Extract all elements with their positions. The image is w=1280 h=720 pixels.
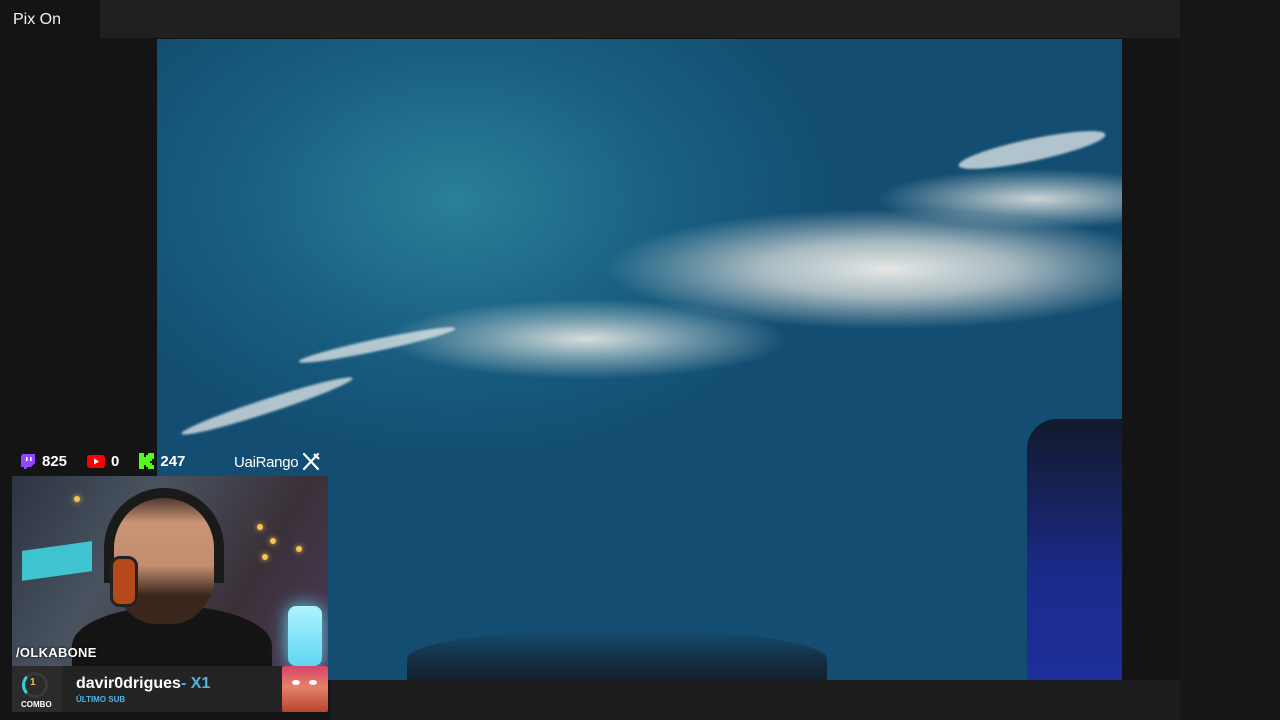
- streamer-handle: /OLKABONE: [16, 645, 97, 660]
- pix-status-label: Pix On: [13, 11, 62, 28]
- wave-foam: [956, 123, 1108, 177]
- webcam-feed: [12, 476, 328, 666]
- sub-name-line: davir0drigues- X1: [76, 675, 282, 693]
- kick-viewer-count: 247: [160, 452, 186, 470]
- twitch-viewer-count: 825: [42, 452, 68, 470]
- avatar-eye: [309, 680, 317, 685]
- headset-earcup: [110, 556, 138, 607]
- sub-caption: ÚLTIMO SUB: [76, 694, 126, 704]
- sponsor-logo: UaiRango: [234, 452, 321, 472]
- wave-foam: [297, 322, 457, 368]
- sub-info: davir0drigues- X1 ÚLTIMO SUB: [76, 675, 282, 704]
- string-light: [74, 496, 80, 502]
- youtube-viewers: 0: [87, 453, 119, 470]
- cliff-shadow: [1027, 419, 1122, 680]
- bottom-strip: [330, 680, 1180, 720]
- string-light: [257, 524, 263, 530]
- subscriber-avatar: [282, 666, 328, 712]
- twitch-viewers: 825: [20, 453, 67, 470]
- sponsor-name: UaiRango: [234, 453, 299, 471]
- wall-light: [22, 541, 92, 581]
- sub-multiplier: - X1: [180, 674, 211, 692]
- right-panel: [1180, 0, 1280, 720]
- youtube-icon: [87, 454, 106, 468]
- youtube-viewer-count: 0: [111, 452, 120, 470]
- twitch-icon: [21, 454, 35, 469]
- crossed-utensils-icon: [303, 452, 321, 471]
- string-light: [296, 546, 302, 552]
- string-light: [270, 538, 276, 544]
- coastal-rock: [407, 629, 827, 680]
- kick-viewers: 247: [139, 453, 185, 470]
- avatar-eye: [292, 680, 300, 685]
- wave-foam: [179, 371, 355, 441]
- string-light: [262, 554, 268, 560]
- subscriber-name: davir0drigues: [76, 674, 181, 692]
- combo-label: COMBO: [21, 700, 52, 709]
- combo-meter: 1 COMBO: [12, 666, 62, 712]
- top-strip: [100, 0, 1180, 38]
- latest-sub-bar: 1 COMBO davir0drigues- X1 ÚLTIMO SUB: [12, 666, 328, 712]
- desk-lamp: [288, 606, 322, 666]
- kick-icon: [139, 453, 155, 469]
- combo-count: 1: [30, 677, 36, 688]
